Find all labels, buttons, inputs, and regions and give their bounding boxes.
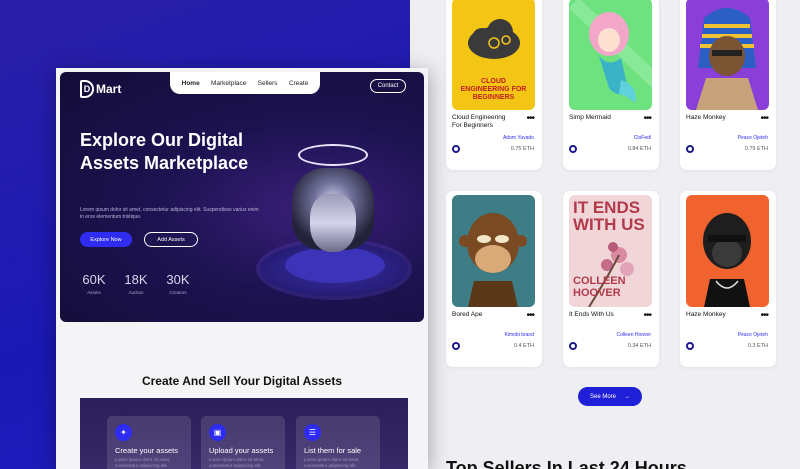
nft-price: 0.4 ETH xyxy=(513,343,534,349)
nft-creator[interactable]: Adom Yuvado xyxy=(503,135,534,141)
step-title: Upload your assets xyxy=(209,446,274,455)
stat-label: Auction xyxy=(128,290,144,295)
nft-price: 0.75 ETH xyxy=(510,146,534,152)
creator-avatar xyxy=(686,342,694,350)
book-cover-author: COLLEEN HOOVER xyxy=(573,275,626,299)
nft-price: 0.34 ETH xyxy=(627,343,651,349)
nft-name: Haze Monkey xyxy=(686,114,726,121)
nft-creator[interactable]: Colleen Hoover xyxy=(617,332,651,338)
stat-assets: 60K Assets xyxy=(74,272,114,295)
main-nav: Home Marketplace Sellers Create xyxy=(170,72,320,94)
add-assets-button[interactable]: Add Assets xyxy=(144,232,198,247)
nft-card[interactable]: Haze Monkey ••• Peace Ojeteh 0.3 ETH xyxy=(680,191,776,367)
creator-avatar xyxy=(686,145,694,153)
step-title: List them for sale xyxy=(304,446,362,455)
step-card-upload: ▣ Upload your assets Lorem ipsum dolor s… xyxy=(201,416,285,469)
nft-name: Bored Ape xyxy=(452,311,483,318)
contact-button[interactable]: Contact xyxy=(370,79,406,93)
nft-image xyxy=(452,195,535,307)
list-icon: ☰ xyxy=(304,424,321,441)
stat-creators: 30K Creators xyxy=(158,272,198,295)
nft-name: Cloud Engineering For Beginners xyxy=(452,114,506,129)
stat-value: 30K xyxy=(166,272,190,287)
nft-image xyxy=(569,0,652,110)
stat-value: 60K xyxy=(82,272,106,287)
halo-icon xyxy=(298,144,368,166)
top-sellers-title: Top Sellers In Last 24 Hours xyxy=(446,458,687,469)
nft-card[interactable]: Simp Mermaid ••• CloFedi 0.84 ETH xyxy=(563,0,659,170)
mermaid-icon xyxy=(569,0,652,103)
stat-label: Assets xyxy=(87,290,101,295)
nft-creator[interactable]: Peace Ojeteh xyxy=(738,332,768,338)
more-options-icon[interactable]: ••• xyxy=(526,310,534,321)
nav-home[interactable]: Home xyxy=(182,80,200,87)
step-text: Lorem ipsum dolor sit amet, consectetur … xyxy=(209,457,265,468)
nav-create[interactable]: Create xyxy=(289,80,309,87)
step-text: Lorem ipsum dolor sit amet, consectetur … xyxy=(115,457,171,468)
nft-card[interactable]: Haze Monkey ••• Peace Ojeteh 0.79 ETH xyxy=(680,0,776,170)
create-section-title: Create And Sell Your Digital Assets xyxy=(141,374,343,388)
hero-nft-face xyxy=(310,194,356,252)
nft-image xyxy=(686,195,769,307)
haze-monkey-icon xyxy=(703,213,751,307)
nft-price: 0.79 ETH xyxy=(744,146,768,152)
creator-avatar xyxy=(452,145,460,153)
more-options-icon[interactable]: ••• xyxy=(643,310,651,321)
nft-image: CLOUD ENGINEERING FOR BEGINNERS xyxy=(452,0,535,110)
book-cover-title: CLOUD ENGINEERING FOR BEGINNERS xyxy=(460,78,527,101)
step-card-list: ☰ List them for sale Lorem ipsum dolor s… xyxy=(296,416,380,469)
create-icon: ✦ xyxy=(115,424,132,441)
logo-mark-icon: D xyxy=(80,80,94,98)
nft-image xyxy=(686,0,769,110)
nft-name: Simp Mermaid xyxy=(569,114,611,121)
nft-image: IT ENDS WITH US COLLEEN HOOVER xyxy=(569,195,652,307)
more-options-icon[interactable]: ••• xyxy=(526,113,534,124)
book-cover-title: IT ENDS WITH US xyxy=(573,198,645,234)
nft-price: 0.3 ETH xyxy=(747,343,768,349)
hero-section: D Mart Home Marketplace Sellers Create C… xyxy=(60,72,424,322)
more-options-icon[interactable]: ••• xyxy=(760,113,768,124)
nft-creator[interactable]: Kimobi brand xyxy=(505,332,534,338)
creator-avatar xyxy=(569,342,577,350)
arrow-right-icon: → xyxy=(624,393,630,400)
hero-pedestal-top xyxy=(285,247,385,283)
nft-creator[interactable]: CloFedi xyxy=(634,135,651,141)
image-icon: ▣ xyxy=(209,424,226,441)
see-more-button[interactable]: See More → xyxy=(578,387,642,406)
nav-marketplace[interactable]: Marketplace xyxy=(211,80,246,87)
nft-card[interactable]: Bored Ape ••• Kimobi brand 0.4 ETH xyxy=(446,191,542,367)
logo-text: Mart xyxy=(96,82,122,96)
explore-now-button[interactable]: Explore Now xyxy=(80,232,132,247)
site-logo[interactable]: D Mart xyxy=(80,80,121,98)
nft-price: 0.84 ETH xyxy=(627,146,651,152)
bored-ape-icon xyxy=(459,213,527,307)
step-title: Create your assets xyxy=(115,446,178,455)
hero-subtitle: Lorem ipsum dolor sit amet, consectetur … xyxy=(80,207,259,220)
more-options-icon[interactable]: ••• xyxy=(760,310,768,321)
stat-auction: 18K Auction xyxy=(116,272,156,295)
creator-avatar xyxy=(569,145,577,153)
stat-label: Creators xyxy=(169,290,187,295)
website-mockup: D Mart Home Marketplace Sellers Create C… xyxy=(56,68,428,469)
more-options-icon[interactable]: ••• xyxy=(643,113,651,124)
see-more-label: See More xyxy=(589,393,616,400)
nft-card[interactable]: IT ENDS WITH US COLLEEN HOOVER It Ends W… xyxy=(563,191,659,367)
pharaoh-monkey-icon xyxy=(696,8,758,110)
stat-value: 18K xyxy=(124,272,148,287)
step-text: Lorem ipsum dolor sit amet, consectetur … xyxy=(304,457,360,468)
step-card-create: ✦ Create your assets Lorem ipsum dolor s… xyxy=(107,416,191,469)
nft-creator[interactable]: Peace Ojeteh xyxy=(738,135,768,141)
hero-title: Explore Our Digital Assets Marketplace xyxy=(80,130,249,173)
nft-name: It Ends With Us xyxy=(569,311,614,318)
creator-avatar xyxy=(452,342,460,350)
nav-sellers[interactable]: Sellers xyxy=(258,80,278,87)
nft-name: Haze Monkey xyxy=(686,311,726,318)
nft-card[interactable]: CLOUD ENGINEERING FOR BEGINNERS Cloud En… xyxy=(446,0,542,170)
